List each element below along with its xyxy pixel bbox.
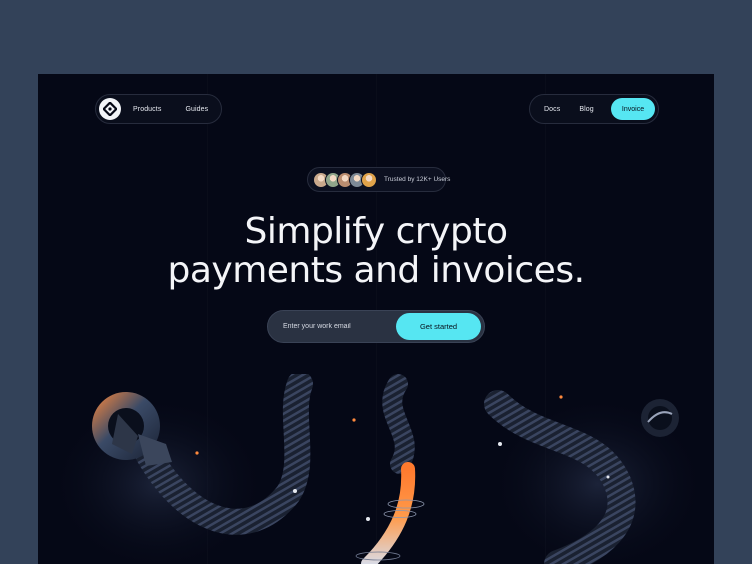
particle <box>293 489 297 493</box>
trust-text: Trusted by 12K+ Users <box>384 176 451 183</box>
nav-link-blog[interactable]: Blog <box>560 106 593 113</box>
nav-link-docs[interactable]: Docs <box>530 106 560 113</box>
secondary-nav: Docs Blog Invoice <box>529 94 659 124</box>
particle <box>559 395 563 399</box>
nav-link-products[interactable]: Products <box>133 106 173 113</box>
hero-title-line-2: payments and invoices. <box>167 250 585 291</box>
sphere-object-right <box>641 399 679 437</box>
primary-nav: Products Guides <box>95 94 222 124</box>
user-avatars <box>313 171 377 188</box>
avatar <box>361 171 377 188</box>
particle <box>352 418 356 422</box>
logo-icon <box>103 102 117 116</box>
hero-title-line-1: Simplify crypto <box>244 211 508 252</box>
particle <box>606 475 610 479</box>
email-field[interactable] <box>268 310 396 343</box>
landing-page-frame: Products Guides Docs Blog Invoice Truste… <box>38 74 714 564</box>
nav-link-guides[interactable]: Guides <box>173 106 220 113</box>
invoice-button[interactable]: Invoice <box>611 98 655 120</box>
hero-title: Simplify crypto payments and invoices. <box>38 212 714 290</box>
particle <box>195 451 199 455</box>
hero-illustration <box>48 374 708 564</box>
trust-badge: Trusted by 12K+ Users <box>307 167 450 192</box>
email-signup-form: Get started <box>267 310 485 343</box>
particle <box>498 442 502 446</box>
get-started-button[interactable]: Get started <box>396 313 481 340</box>
particle <box>366 517 370 521</box>
coil-hose-center <box>382 374 415 474</box>
brand-logo[interactable] <box>99 98 121 120</box>
